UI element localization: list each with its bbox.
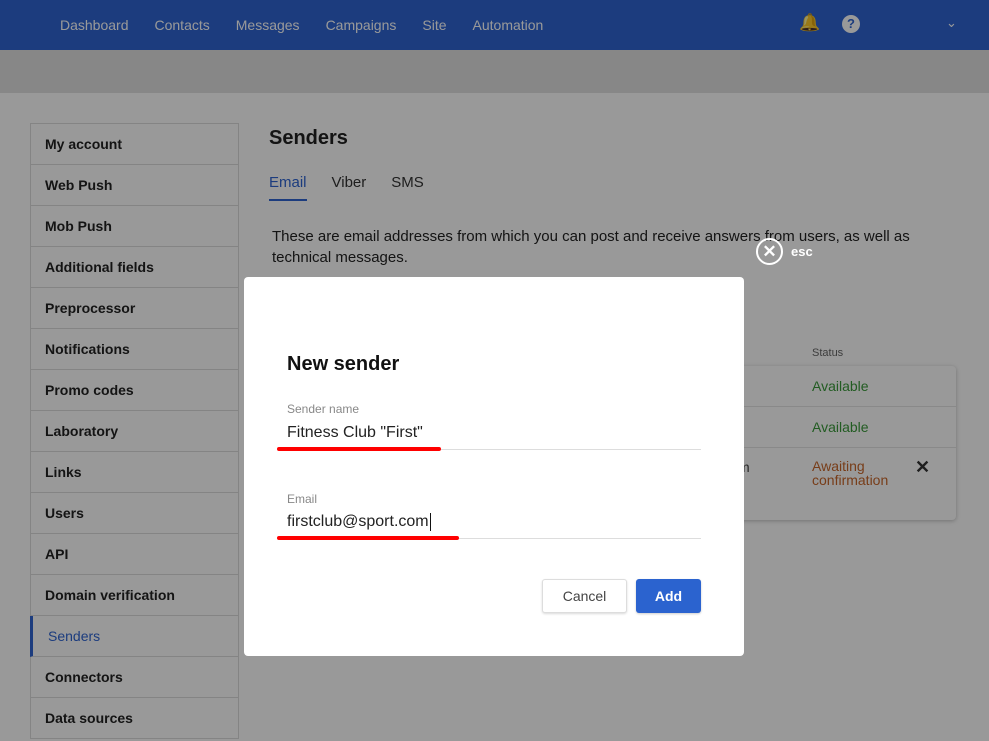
sender-name-label: Sender name	[287, 402, 360, 416]
new-sender-modal: New sender Sender name Fitness Club "Fir…	[244, 277, 744, 656]
email-label: Email	[287, 492, 318, 506]
cancel-button[interactable]: Cancel	[542, 579, 627, 613]
add-button[interactable]: Add	[636, 579, 701, 613]
esc-label: esc	[791, 244, 813, 259]
modal-title: New sender	[287, 353, 400, 375]
close-icon[interactable]: ✕	[756, 238, 783, 265]
sender-name-input[interactable]: Fitness Club "First"	[287, 424, 423, 442]
highlight-underline	[277, 536, 459, 540]
email-input[interactable]: firstclub@sport.com	[287, 513, 431, 531]
highlight-underline	[277, 447, 441, 451]
close-modal-button[interactable]: ✕ esc	[756, 238, 813, 265]
